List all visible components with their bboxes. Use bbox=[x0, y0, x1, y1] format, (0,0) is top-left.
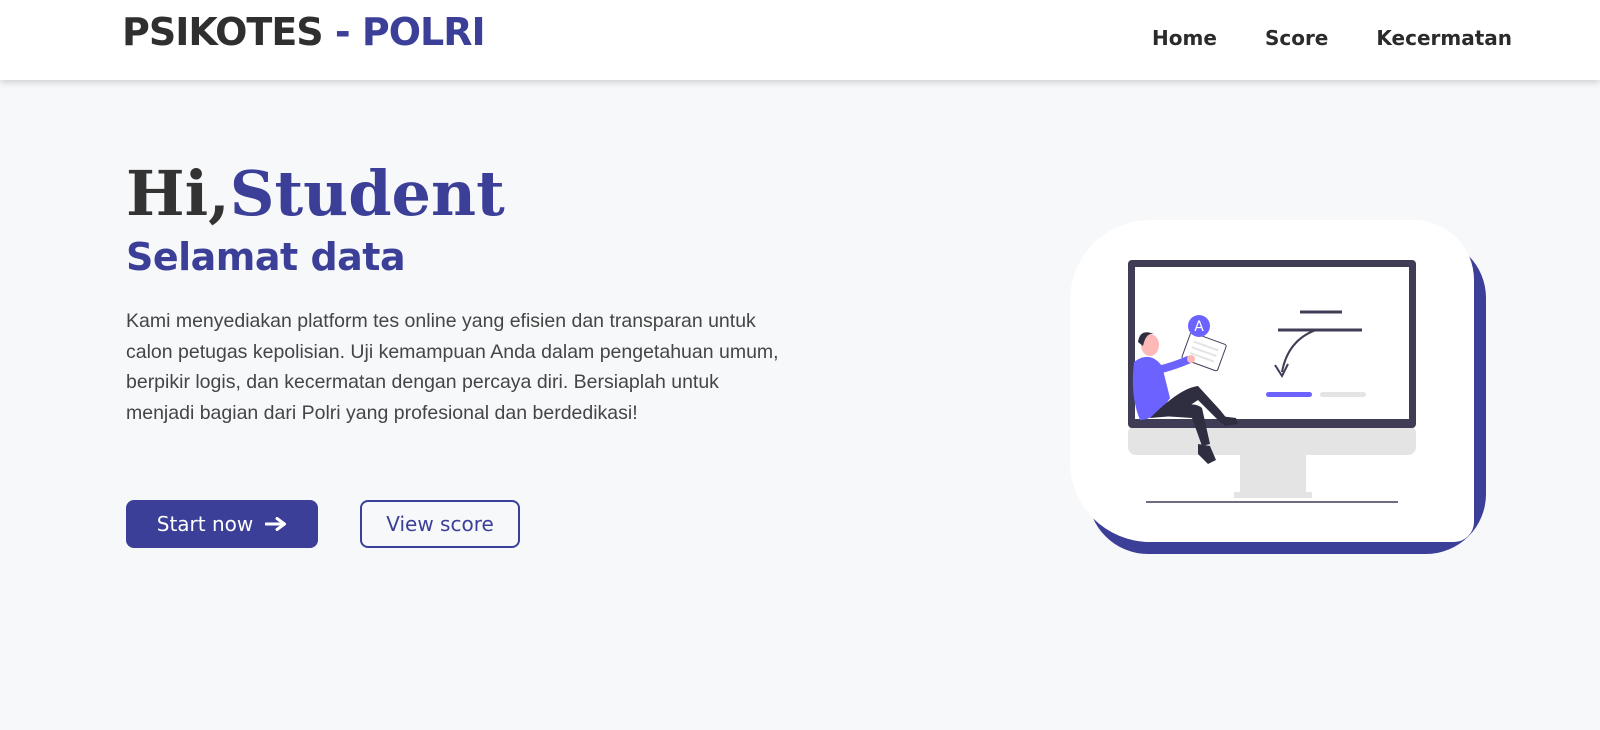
hero-subtitle: Selamat data bbox=[126, 235, 406, 279]
illustration-card: A bbox=[1070, 220, 1474, 542]
nav-link-kecermatan[interactable]: Kecermatan bbox=[1376, 26, 1512, 50]
hero-illustration: A bbox=[1070, 220, 1488, 556]
svg-text:A: A bbox=[1194, 319, 1204, 335]
hero-section: Hi,Student Selamat data Kami menyediakan… bbox=[126, 158, 806, 428]
brand-logo[interactable]: PSIKOTES - POLRI bbox=[122, 10, 486, 54]
greeting-heading: Hi,Student bbox=[126, 158, 806, 230]
start-now-label: Start now bbox=[156, 512, 254, 536]
hero-description: Kami menyediakan platform tes online yan… bbox=[126, 310, 779, 424]
view-score-button[interactable]: View score bbox=[360, 500, 520, 548]
nav-link-home[interactable]: Home bbox=[1152, 26, 1217, 50]
start-now-button[interactable]: Start now bbox=[126, 500, 318, 548]
brand-separator: - bbox=[322, 10, 362, 54]
greeting-prefix: Hi, bbox=[126, 157, 230, 230]
nav-link-score[interactable]: Score bbox=[1265, 26, 1328, 50]
greeting-name: Student bbox=[229, 157, 505, 230]
brand-accent: POLRI bbox=[361, 10, 486, 54]
person-at-monitor-illustration: A bbox=[1128, 260, 1416, 503]
view-score-label: View score bbox=[386, 512, 494, 536]
arrow-right-icon bbox=[265, 517, 287, 531]
navbar: PSIKOTES - POLRI Home Score Kecermatan bbox=[0, 0, 1600, 80]
nav-links: Home Score Kecermatan bbox=[1152, 26, 1512, 50]
brand-main: PSIKOTES bbox=[122, 10, 324, 54]
